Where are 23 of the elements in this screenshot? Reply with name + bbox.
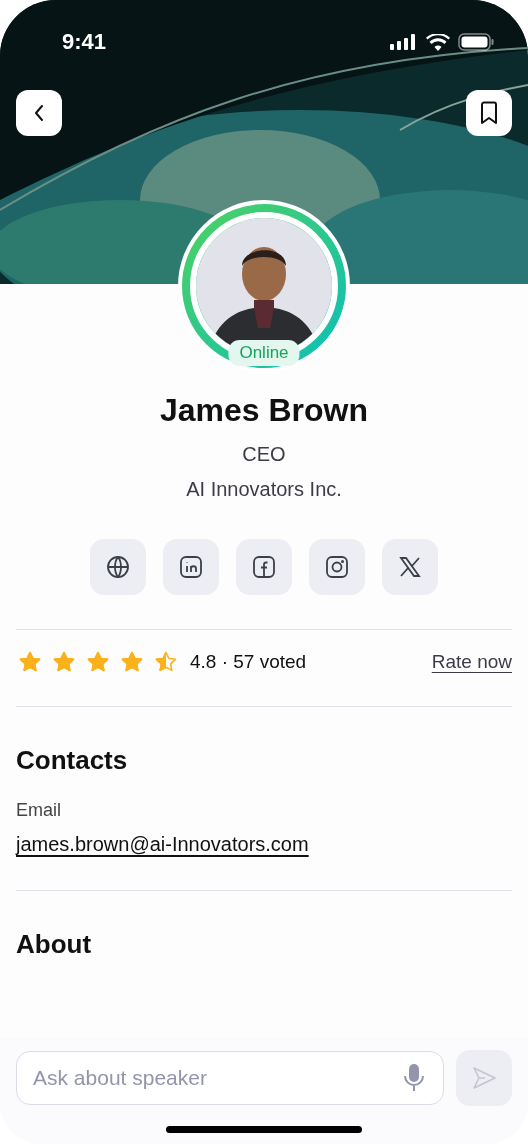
instagram-icon	[325, 555, 349, 579]
microphone-icon[interactable]	[404, 1063, 424, 1093]
profile-role: CEO	[241, 443, 287, 466]
about-heading: About	[16, 929, 93, 960]
profile-name: James Brown	[158, 392, 370, 429]
online-badge: Online	[228, 340, 300, 366]
linkedin-button[interactable]	[163, 539, 219, 595]
email-link[interactable]: james.brown@ai-Innovators.com	[16, 833, 309, 856]
rate-now-link[interactable]: Rate now	[431, 651, 512, 673]
facebook-button[interactable]	[236, 539, 292, 595]
facebook-icon	[252, 555, 276, 579]
email-label: Email	[16, 800, 62, 821]
x-logo-icon	[399, 556, 421, 578]
rating-summary: 4.8 · 57 voted	[190, 651, 307, 673]
linkedin-icon	[179, 555, 203, 579]
website-button[interactable]	[90, 539, 146, 595]
contacts-heading: Contacts	[16, 745, 129, 776]
ask-field[interactable]: Ask about speaker	[16, 1051, 444, 1105]
globe-icon	[106, 555, 130, 579]
x-button[interactable]	[382, 539, 438, 595]
instagram-button[interactable]	[309, 539, 365, 595]
profile-company: AI Innovators Inc.	[185, 478, 343, 501]
send-icon	[471, 1066, 497, 1090]
